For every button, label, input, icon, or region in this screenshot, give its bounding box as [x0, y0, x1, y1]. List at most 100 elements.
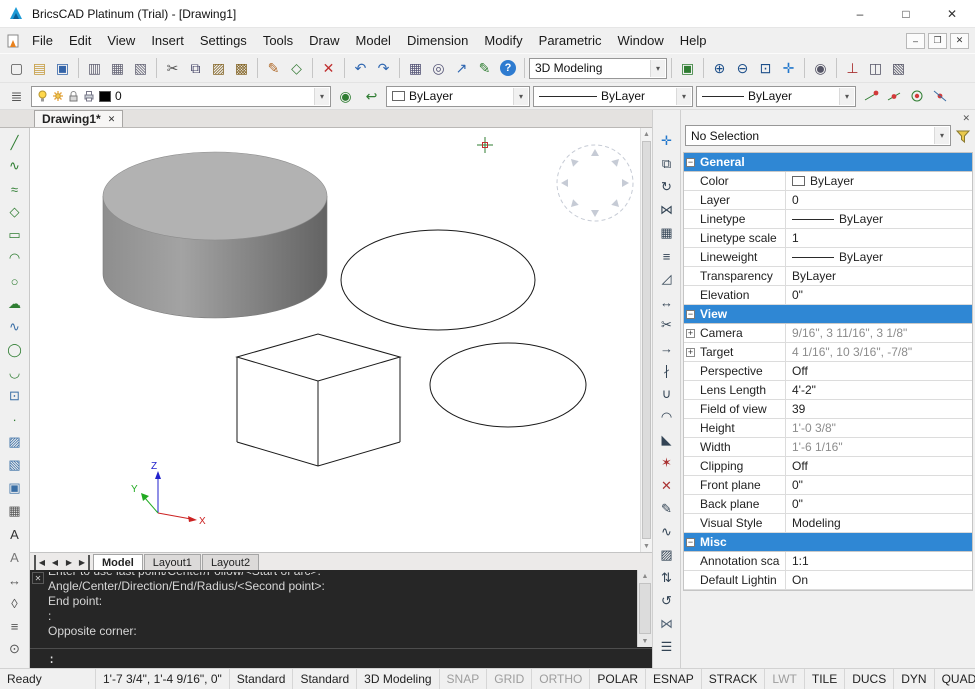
expand-icon[interactable]: +: [686, 329, 695, 338]
scale-icon[interactable]: ◿: [656, 268, 678, 290]
polyline-icon[interactable]: ∿: [4, 155, 26, 177]
fillet-icon[interactable]: ◠: [656, 406, 678, 428]
scroll-up-icon[interactable]: ▲: [638, 570, 652, 582]
gradient-icon[interactable]: ▧: [4, 454, 26, 476]
area-icon[interactable]: ◊: [4, 592, 26, 614]
status-workspace[interactable]: 3D Modeling: [357, 669, 439, 689]
rotate-3d-icon[interactable]: ↺: [656, 590, 678, 612]
mdi-restore-button[interactable]: ❐: [928, 33, 947, 49]
polygon-icon[interactable]: ◇: [4, 201, 26, 223]
property-value[interactable]: Off: [786, 457, 972, 475]
document-tab-drawing1[interactable]: Drawing1* ✕: [34, 110, 123, 127]
table-draw-icon[interactable]: ▦: [4, 500, 26, 522]
property-value[interactable]: 1:1: [786, 552, 972, 570]
property-value[interactable]: ByLayer: [786, 210, 972, 228]
toggle-strack[interactable]: STRACK: [702, 669, 766, 689]
property-value[interactable]: 1'-0 3/8": [786, 419, 972, 437]
mdi-minimize-button[interactable]: –: [906, 33, 925, 49]
status-coordinates[interactable]: 1'-7 3/4", 1'-4 9/16", 0": [96, 669, 230, 689]
collapse-icon[interactable]: −: [686, 310, 695, 319]
status-dim-style[interactable]: Standard: [293, 669, 357, 689]
property-value[interactable]: ByLayer: [786, 172, 972, 190]
toggle-ducs[interactable]: DUCS: [845, 669, 894, 689]
print-preview-icon[interactable]: ▥: [83, 57, 106, 80]
toggle-lwt[interactable]: LWT: [765, 669, 804, 689]
menu-tools[interactable]: Tools: [255, 29, 301, 52]
layers-dialog-icon[interactable]: ≣: [5, 85, 28, 108]
print-icon[interactable]: ▦: [106, 57, 129, 80]
menu-settings[interactable]: Settings: [192, 29, 255, 52]
arc-icon[interactable]: ◠: [4, 247, 26, 269]
redo-icon[interactable]: ↷: [372, 57, 395, 80]
join-icon[interactable]: ∪: [656, 383, 678, 405]
properties-close-icon[interactable]: ✕: [962, 113, 970, 124]
property-value[interactable]: 0": [786, 286, 972, 304]
explode-icon[interactable]: ✶: [656, 452, 678, 474]
tab-nav-last-icon[interactable]: ▶: [76, 555, 90, 570]
linetype-select[interactable]: ByLayer ▾: [533, 86, 693, 107]
window-maximize-button[interactable]: □: [883, 0, 929, 27]
edit-spline-icon[interactable]: ∿: [656, 521, 678, 543]
toggle-esnap[interactable]: ESNAP: [646, 669, 702, 689]
set-layer-by-entity-icon[interactable]: ◉: [334, 85, 357, 108]
table-icon[interactable]: ▦: [404, 57, 427, 80]
command-scrollbar[interactable]: ▲ ▼: [637, 570, 652, 647]
combo-arrow-icon[interactable]: ▾: [934, 127, 949, 144]
layer-select[interactable]: 0 ▾: [31, 86, 331, 107]
menu-model[interactable]: Model: [348, 29, 399, 52]
document-close-icon[interactable]: ✕: [108, 114, 116, 125]
selection-select[interactable]: No Selection ▾: [685, 125, 951, 146]
command-panel-close-icon[interactable]: ✕: [32, 572, 44, 584]
toggle-grid[interactable]: GRID: [487, 669, 532, 689]
hatch-icon[interactable]: ▨: [4, 431, 26, 453]
section-header-view[interactable]: −View: [684, 305, 972, 324]
edit-polyline-icon[interactable]: ✎: [656, 498, 678, 520]
window-close-button[interactable]: ✕: [929, 0, 975, 27]
menu-modify[interactable]: Modify: [476, 29, 530, 52]
delete-icon[interactable]: ✕: [317, 57, 340, 80]
paste-icon[interactable]: ▨: [207, 57, 230, 80]
camera-icon[interactable]: ◫: [864, 57, 887, 80]
section-header-general[interactable]: −General: [684, 153, 972, 172]
property-value[interactable]: 1'-6 1/16": [786, 438, 972, 456]
expand-icon[interactable]: +: [686, 348, 695, 357]
property-value[interactable]: 4'-2": [786, 381, 972, 399]
scrollbar-thumb[interactable]: [642, 141, 651, 539]
scrollbar-thumb[interactable]: [639, 583, 651, 634]
property-value[interactable]: 4 1/16", 10 3/16", -7/8": [786, 343, 972, 361]
cut-icon[interactable]: ✂: [161, 57, 184, 80]
layout-tab-layout2[interactable]: Layout2: [202, 554, 259, 570]
scroll-down-icon[interactable]: ▼: [638, 635, 652, 647]
markup-icon[interactable]: ✎: [473, 57, 496, 80]
scroll-down-icon[interactable]: ▼: [641, 540, 652, 552]
command-line-panel[interactable]: ✕ Enter to use last point/Center/Follow/…: [30, 570, 652, 668]
property-value[interactable]: 0": [786, 476, 972, 494]
erase-icon[interactable]: ✕: [656, 475, 678, 497]
match-properties-icon[interactable]: ✎: [262, 57, 285, 80]
rectangle-icon[interactable]: ▭: [4, 224, 26, 246]
paste-special-icon[interactable]: ▩: [230, 57, 253, 80]
line-icon[interactable]: ╱: [4, 132, 26, 154]
menu-window[interactable]: Window: [610, 29, 672, 52]
layout-tab-layout1[interactable]: Layout1: [144, 554, 201, 570]
window-minimize-button[interactable]: –: [837, 0, 883, 27]
filter-icon[interactable]: [955, 128, 971, 144]
entity-snaps-icon[interactable]: ◇: [285, 57, 308, 80]
open-file-icon[interactable]: ▤: [28, 57, 51, 80]
array-icon[interactable]: ▦: [656, 222, 678, 244]
property-value[interactable]: Modeling: [786, 514, 972, 532]
section-header-misc[interactable]: −Misc: [684, 533, 972, 552]
publish-icon[interactable]: ▧: [129, 57, 152, 80]
move-icon[interactable]: ✛: [656, 130, 678, 152]
toggle-snap[interactable]: SNAP: [440, 669, 488, 689]
point-icon[interactable]: ∙: [4, 408, 26, 430]
canvas-vertical-scrollbar[interactable]: ▲ ▼: [640, 128, 652, 552]
property-value[interactable]: 9/16", 3 11/16", 3 1/8": [786, 324, 972, 342]
command-input[interactable]: :: [30, 648, 652, 668]
snap-midpoint-icon[interactable]: [882, 85, 905, 108]
spline-icon[interactable]: ∿: [4, 316, 26, 338]
ucs-icon[interactable]: ⊥: [841, 57, 864, 80]
distance-icon[interactable]: ↔: [4, 569, 26, 591]
extend-icon[interactable]: →: [656, 337, 678, 359]
copy-icon[interactable]: ⧉: [184, 57, 207, 80]
